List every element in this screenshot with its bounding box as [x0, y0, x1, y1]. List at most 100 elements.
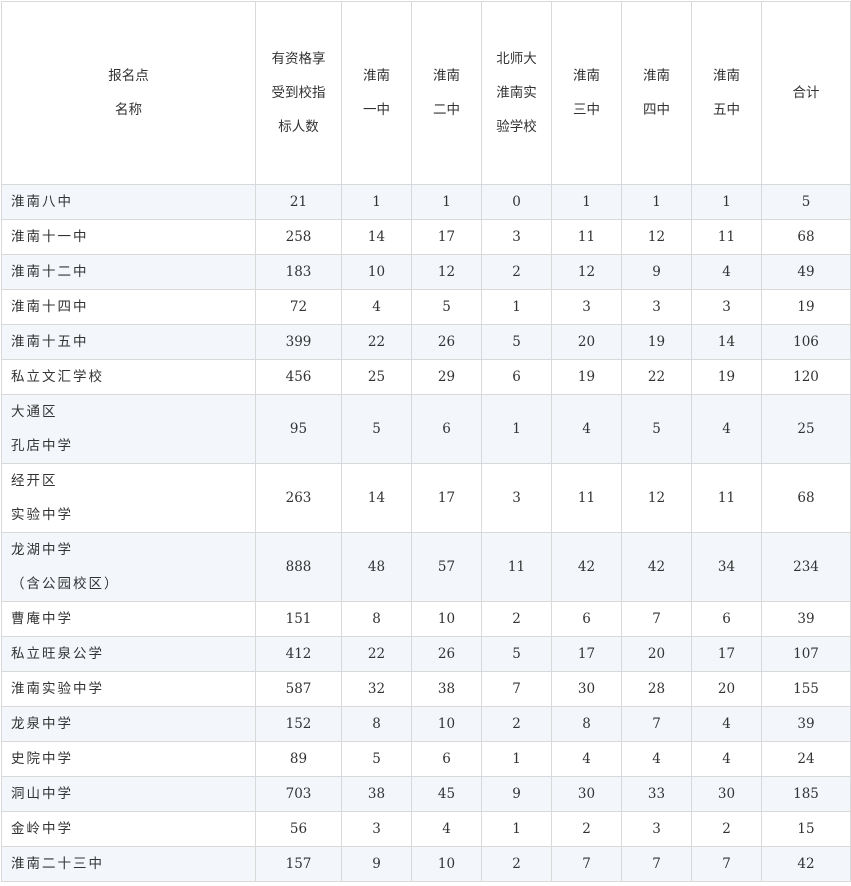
value-cell: 30 [551, 671, 622, 707]
table-row: 经开区 实验中学 263 14 17 3 11 12 11 68 [1, 463, 851, 533]
site-name-text: 曹庵中学 [11, 611, 73, 627]
col-header-huainan-no2: 淮南 二中 [411, 1, 482, 185]
value-cell: 183 [255, 254, 342, 290]
table-row: 私立旺泉公学 412 22 26 5 17 20 17 107 [1, 636, 851, 672]
value-cell: 19 [551, 359, 622, 395]
value-cell: 6 [481, 359, 552, 395]
value-cell: 4 [621, 741, 692, 777]
table-row: 龙湖中学 （含公园校区） 888 48 57 11 42 42 34 234 [1, 532, 851, 602]
value-cell: 2 [481, 846, 552, 882]
value-cell: 412 [255, 636, 342, 672]
site-name-cell: 龙湖中学 （含公园校区） [1, 532, 256, 602]
table-row: 私立文汇学校 456 25 29 6 19 22 19 120 [1, 359, 851, 395]
header-text-line: 五中 [713, 102, 740, 118]
header-text-line: 合计 [792, 85, 820, 101]
table-row: 淮南八中 21 1 1 0 1 1 1 5 [1, 184, 851, 220]
value-cell: 234 [761, 532, 851, 602]
value-cell: 3 [551, 289, 622, 325]
site-name-text: 史院中学 [11, 751, 73, 767]
value-cell: 1 [621, 184, 692, 220]
value-cell: 120 [761, 359, 851, 395]
table-row: 淮南十五中 399 22 26 5 20 19 14 106 [1, 324, 851, 360]
header-text-line: 北师大 [496, 51, 537, 67]
value-cell: 2 [691, 811, 762, 847]
value-cell: 7 [621, 601, 692, 637]
value-cell: 5 [341, 741, 412, 777]
site-name-text: 淮南十二中 [11, 264, 89, 280]
value-cell: 10 [341, 254, 412, 290]
value-cell: 12 [411, 254, 482, 290]
value-cell: 6 [551, 601, 622, 637]
value-cell: 6 [691, 601, 762, 637]
value-cell: 4 [551, 741, 622, 777]
value-cell: 587 [255, 671, 342, 707]
site-name-cell: 私立文汇学校 [1, 359, 256, 395]
site-name-text: 淮南十一中 [11, 229, 89, 245]
site-name-cell: 淮南十一中 [1, 219, 256, 255]
site-name-cell: 洞山中学 [1, 776, 256, 812]
value-cell: 3 [691, 289, 762, 325]
value-cell: 95 [255, 394, 342, 464]
value-cell: 2 [551, 811, 622, 847]
table-row: 洞山中学 703 38 45 9 30 33 30 185 [1, 776, 851, 812]
site-name-cell: 淮南十四中 [1, 289, 256, 325]
value-cell: 39 [761, 601, 851, 637]
value-cell: 30 [551, 776, 622, 812]
header-text-line: 标人数 [278, 119, 319, 135]
value-cell: 4 [551, 394, 622, 464]
header-text-line: 四中 [643, 102, 670, 118]
value-cell: 0 [481, 184, 552, 220]
value-cell: 89 [255, 741, 342, 777]
site-name-cell: 私立旺泉公学 [1, 636, 256, 672]
value-cell: 42 [621, 532, 692, 602]
value-cell: 12 [621, 463, 692, 533]
value-cell: 4 [691, 254, 762, 290]
value-cell: 7 [621, 706, 692, 742]
header-text-line: 淮南 [713, 68, 740, 84]
col-header-huainan-no1: 淮南 一中 [341, 1, 412, 185]
header-text-line: 一中 [363, 102, 390, 118]
site-name-text: 淮南十五中 [11, 334, 89, 350]
value-cell: 19 [621, 324, 692, 360]
site-name-cell: 史院中学 [1, 741, 256, 777]
value-cell: 3 [481, 463, 552, 533]
col-header-eligible-count: 有资格享 受到校指 标人数 [255, 1, 342, 185]
value-cell: 38 [341, 776, 412, 812]
header-text-line: 三中 [573, 102, 600, 118]
value-cell: 20 [551, 324, 622, 360]
value-cell: 6 [411, 741, 482, 777]
col-header-site-name: 报名点 名称 [1, 1, 256, 185]
value-cell: 151 [255, 601, 342, 637]
value-cell: 34 [691, 532, 762, 602]
value-cell: 4 [341, 289, 412, 325]
site-name-text: 孔店中学 [11, 438, 73, 454]
value-cell: 1 [481, 741, 552, 777]
value-cell: 15 [761, 811, 851, 847]
header-text-line: 淮南 [643, 68, 670, 84]
site-name-text: 淮南十四中 [11, 299, 89, 315]
header-text-line: 验学校 [496, 119, 537, 135]
table-row: 淮南十一中 258 14 17 3 11 12 11 68 [1, 219, 851, 255]
site-name-text: 淮南二十三中 [11, 856, 104, 872]
col-header-huainan-no4: 淮南 四中 [621, 1, 692, 185]
header-text-line: 有资格享 [271, 51, 326, 67]
value-cell: 4 [411, 811, 482, 847]
table-row: 金岭中学 56 3 4 1 2 3 2 15 [1, 811, 851, 847]
value-cell: 1 [341, 184, 412, 220]
site-name-text: 龙湖中学 [11, 542, 73, 558]
value-cell: 5 [481, 324, 552, 360]
value-cell: 7 [621, 846, 692, 882]
site-name-text: 洞山中学 [11, 786, 73, 802]
value-cell: 399 [255, 324, 342, 360]
quota-table: 报名点 名称 有资格享 受到校指 标人数 淮南 一中 淮南 二中 北师大 淮南实 验学校 淮南 三中 淮南四… [1, 1, 851, 882]
value-cell: 17 [551, 636, 622, 672]
value-cell: 2 [481, 254, 552, 290]
header-text-line: 淮南 [363, 68, 390, 84]
site-name-cell: 淮南八中 [1, 184, 256, 220]
value-cell: 2 [481, 601, 552, 637]
value-cell: 30 [691, 776, 762, 812]
value-cell: 1 [411, 184, 482, 220]
value-cell: 3 [621, 811, 692, 847]
site-name-text: 大通区 [11, 404, 58, 420]
site-name-cell: 龙泉中学 [1, 706, 256, 742]
